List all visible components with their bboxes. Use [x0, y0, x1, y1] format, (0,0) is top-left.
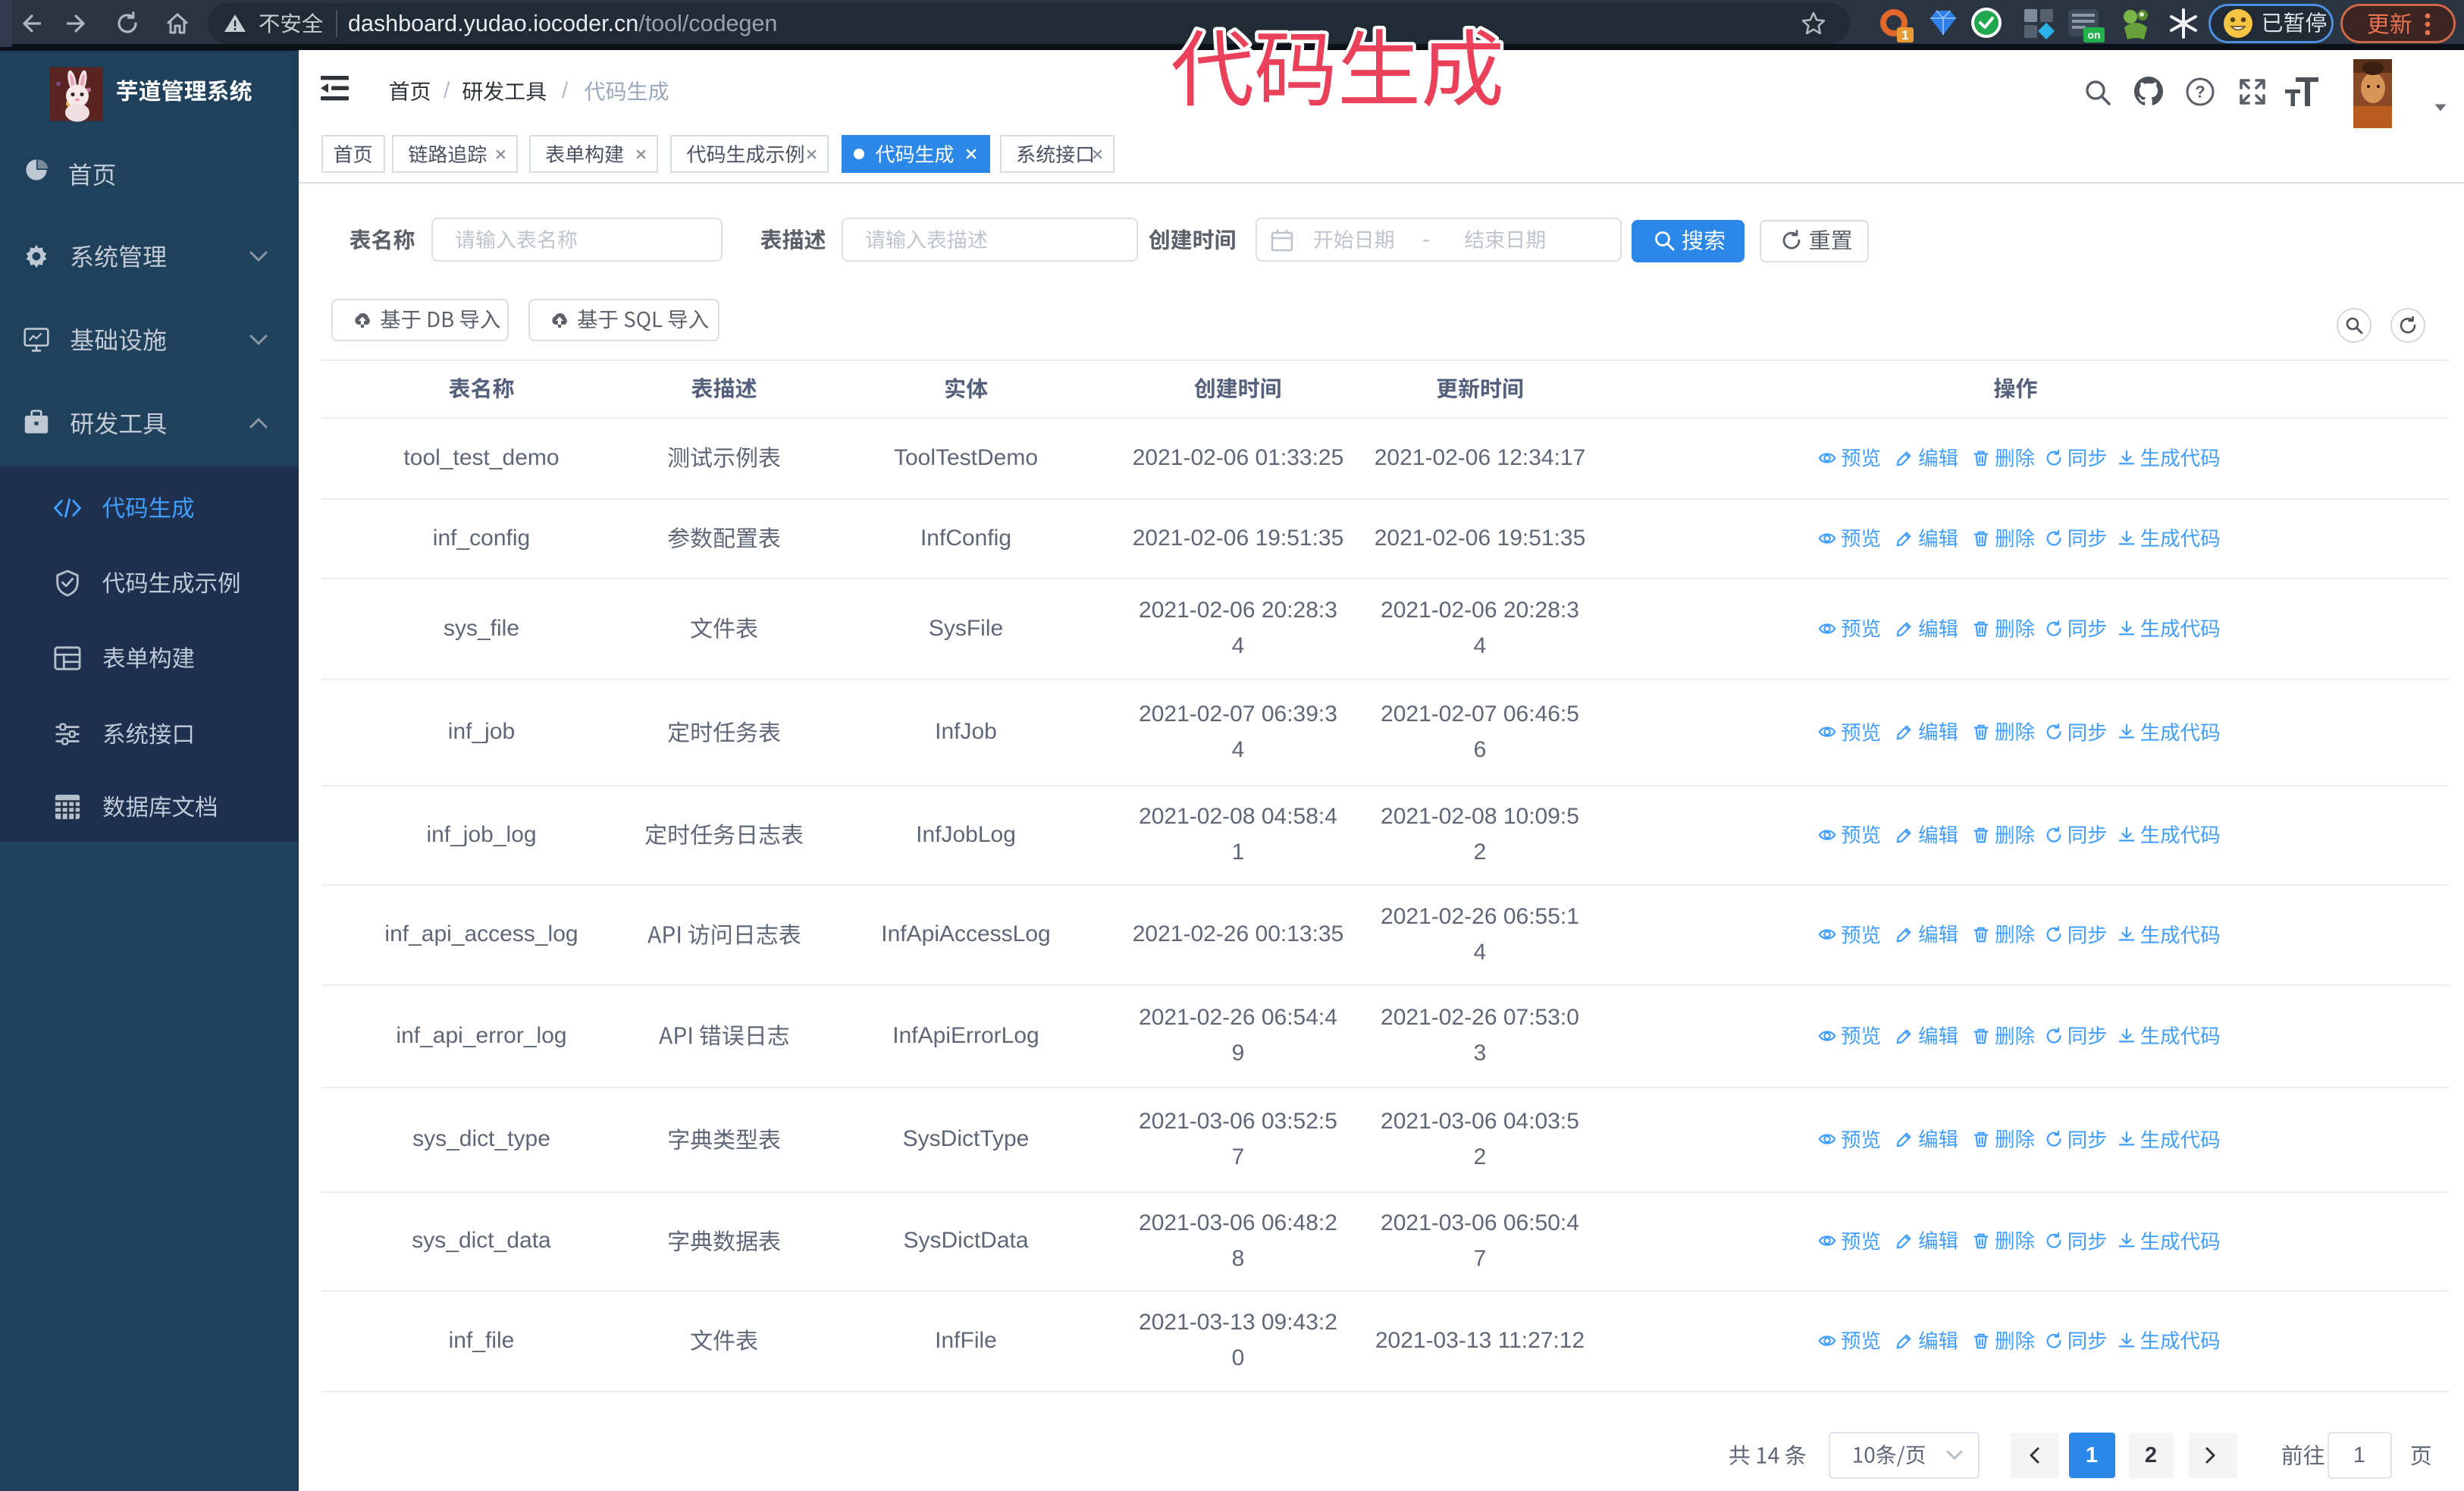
- svg-text:?: ?: [2195, 83, 2205, 102]
